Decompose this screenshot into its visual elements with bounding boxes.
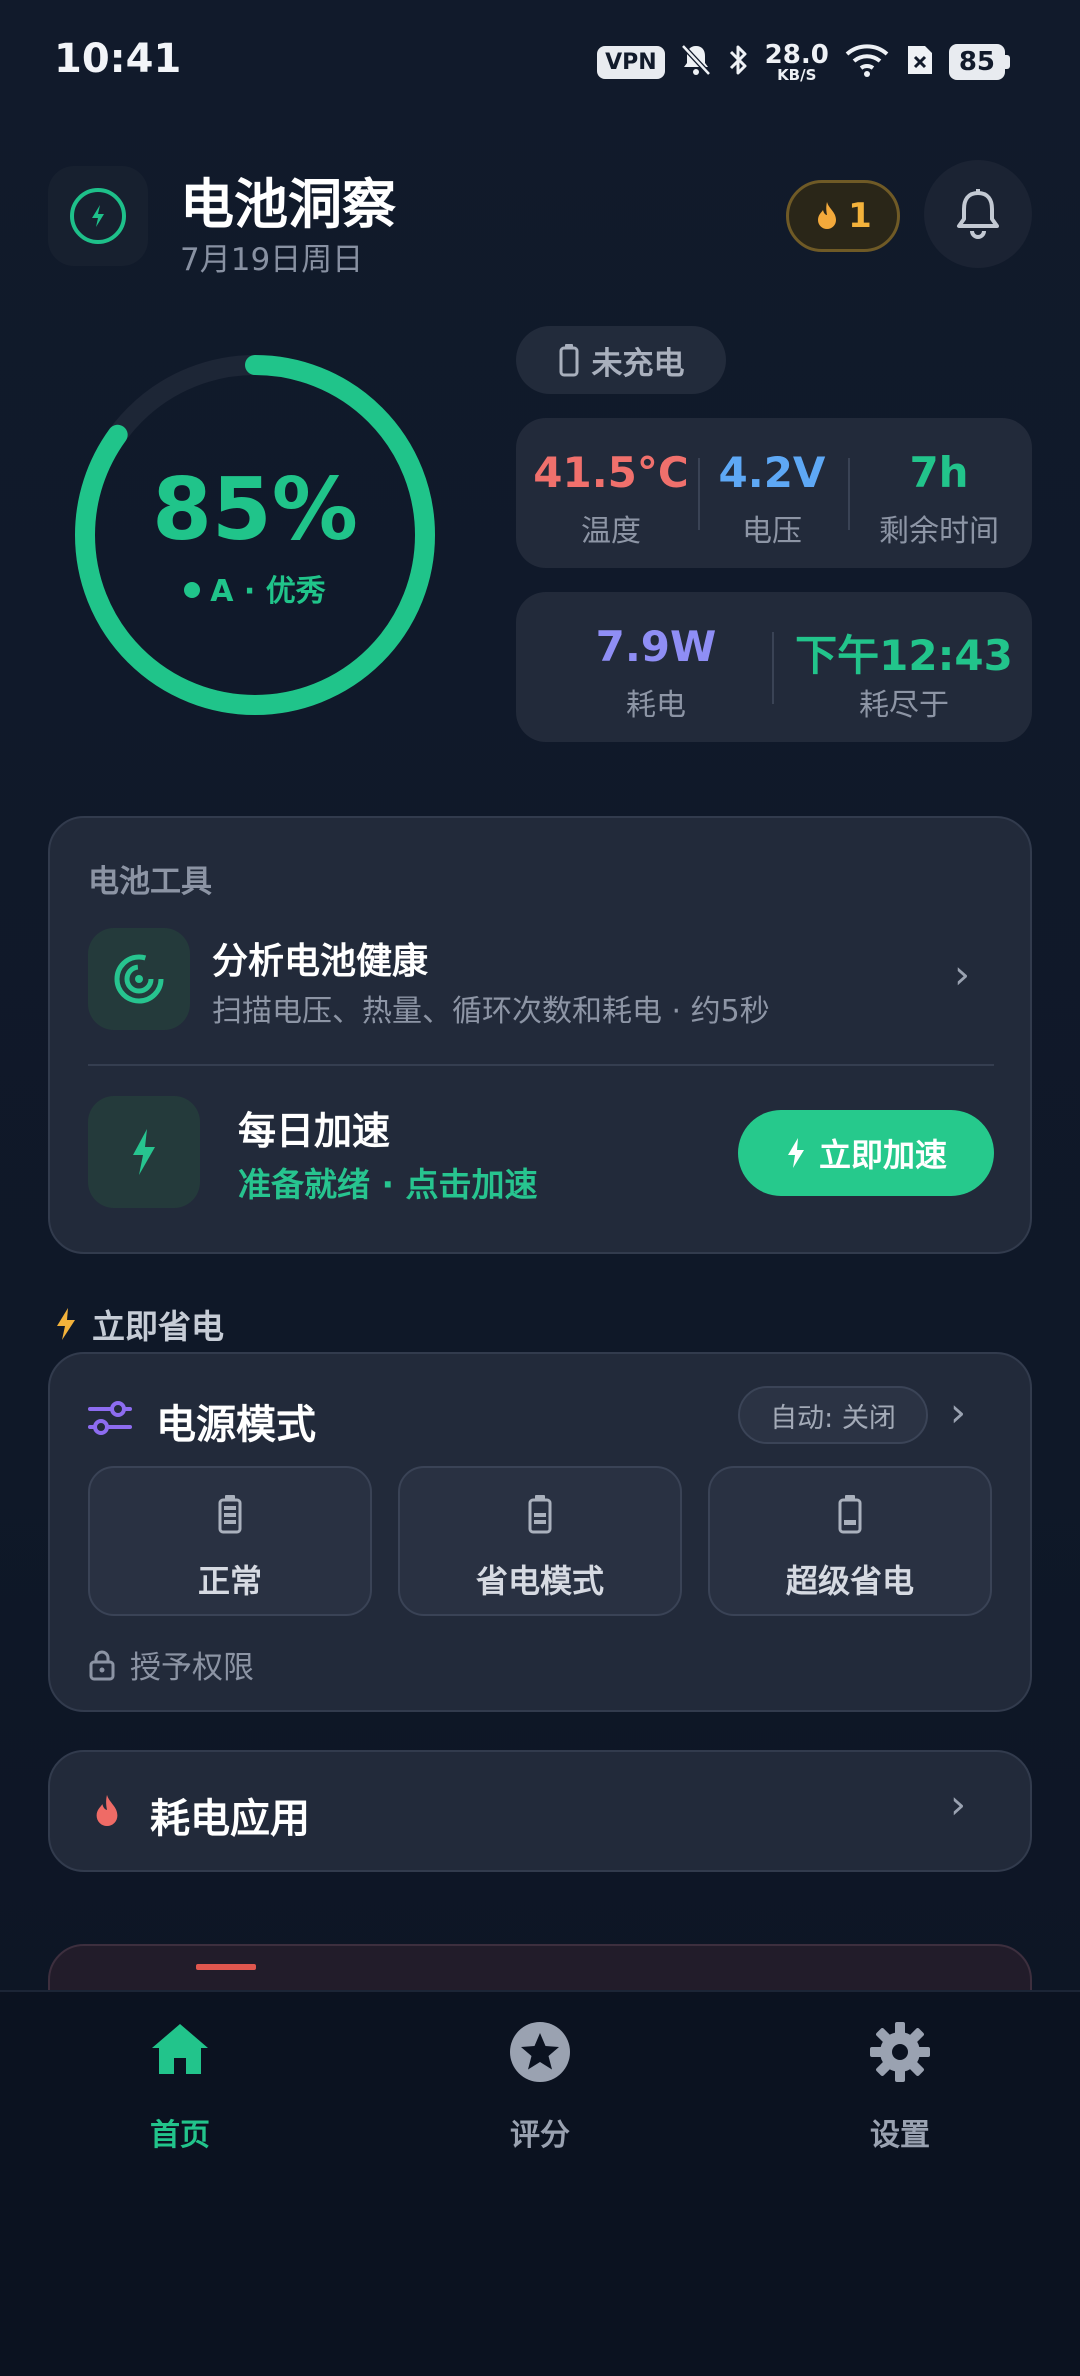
auto-mode-pill[interactable]: 自动: 关闭 — [738, 1386, 928, 1444]
chevron-right-icon: › — [950, 1782, 966, 1828]
stat-temperature: 41.5°C 温度 — [533, 448, 689, 549]
flame-icon — [818, 202, 837, 229]
stat-voltage: 4.2V 电压 — [718, 448, 826, 549]
stat-power-draw: 7.9W 耗电 — [595, 622, 717, 723]
nav-settings[interactable]: 设置 — [800, 2020, 1000, 2160]
stats-card-primary: 41.5°C 温度 4.2V 电压 7h 剩余时间 — [516, 418, 1032, 568]
power-mode-title: 电源模式 — [156, 1402, 316, 1448]
battery-percent: 85% — [152, 460, 358, 560]
bolt-icon — [57, 1308, 75, 1340]
nav-rating[interactable]: 评分 — [440, 2020, 640, 2160]
network-speed: 28.0 KB/S — [764, 39, 829, 84]
vpn-badge: VPN — [597, 45, 665, 79]
gear-icon — [800, 2020, 1000, 2084]
battery-tools-card: 电池工具 分析电池健康 扫描电压、热量、循环次数和耗电 · 约5秒 › 每日加速… — [48, 816, 1032, 1254]
home-icon — [80, 2020, 280, 2078]
tools-divider — [88, 1064, 994, 1066]
battery-icon — [559, 344, 578, 377]
battery-indicator: 85 — [948, 44, 1010, 80]
stats-card-secondary: 7.9W 耗电 下午12:43 耗尽于 — [516, 592, 1032, 742]
lock-icon — [89, 1650, 115, 1680]
battery-gauge: 85% A · 优秀 — [70, 350, 440, 720]
chevron-right-icon: › — [954, 952, 970, 998]
bell-icon — [957, 189, 999, 239]
wifi-icon — [843, 42, 891, 82]
tools-section-label: 电池工具 — [88, 864, 212, 900]
grade-dot — [184, 581, 201, 598]
status-bar: 10:41 VPN 28.0 KB/S 85 — [0, 0, 1080, 120]
app-title: 电池洞察 — [180, 173, 396, 236]
battery-low-icon — [710, 1494, 990, 1534]
notifications-button[interactable] — [924, 160, 1032, 268]
streak-badge[interactable]: 1 — [786, 180, 900, 252]
charge-status-pill: 未充电 — [516, 326, 726, 394]
chevron-right-icon[interactable]: › — [950, 1390, 966, 1436]
boost-now-button[interactable]: 立即加速 — [738, 1110, 994, 1196]
radar-icon — [88, 928, 190, 1030]
header-date: 7月19日周日 — [180, 242, 364, 278]
app-header: 电池洞察 7月19日周日 1 — [48, 160, 1032, 280]
drain-apps-card[interactable]: 耗电应用 › — [48, 1750, 1032, 1872]
bottom-navigation: 首页 评分 设置 — [0, 1990, 1080, 2376]
charge-status: 未充电 — [591, 345, 685, 382]
sliders-icon — [88, 1401, 132, 1435]
no-sim-icon — [905, 42, 935, 82]
stat-remaining-time: 7h 剩余时间 — [879, 448, 999, 549]
bolt-icon — [88, 1096, 200, 1208]
health-grade: A · 优秀 — [70, 566, 440, 610]
save-power-heading: 立即省电 — [54, 1300, 224, 1348]
mode-normal-button[interactable]: 正常 — [88, 1466, 372, 1616]
stat-depleted-at: 下午12:43 耗尽于 — [795, 631, 1013, 723]
flame-icon — [96, 1794, 118, 1826]
battery-half-icon — [400, 1494, 680, 1534]
bolt-icon — [787, 1138, 804, 1168]
analyze-title: 分析电池健康 — [212, 941, 429, 982]
peek-card-label-fragment — [196, 1964, 256, 1970]
analyze-subtitle: 扫描电压、热量、循环次数和耗电 · 约5秒 — [212, 994, 770, 1029]
status-time: 10:41 — [54, 36, 182, 82]
grant-permission-row[interactable]: 授予权限 — [88, 1642, 254, 1687]
bluetooth-icon — [727, 42, 751, 82]
star-icon — [440, 2020, 640, 2084]
stat-divider — [772, 632, 774, 704]
status-icons: VPN 28.0 KB/S 85 — [597, 40, 1010, 84]
power-mode-card: 电源模式 自动: 关闭 › 正常 省电模式 超级省电 授予权限 — [48, 1352, 1032, 1712]
nav-home[interactable]: 首页 — [80, 2020, 280, 2160]
app-root: 10:41 VPN 28.0 KB/S 85 电池洞察 7月19日周日 1 85… — [0, 0, 1080, 2376]
mode-power-saving-button[interactable]: 省电模式 — [398, 1466, 682, 1616]
mute-bell-icon — [679, 42, 713, 82]
mode-ultra-saving-button[interactable]: 超级省电 — [708, 1466, 992, 1616]
bolt-icon — [92, 205, 104, 227]
streak-count: 1 — [848, 196, 872, 236]
drain-apps-title: 耗电应用 — [150, 1796, 310, 1842]
battery-full-icon — [90, 1494, 370, 1534]
daily-boost-title: 每日加速 — [238, 1109, 391, 1153]
daily-boost-subtitle: 准备就绪 · 点击加速 — [238, 1165, 538, 1204]
analyze-health-row[interactable]: 分析电池健康 扫描电压、热量、循环次数和耗电 · 约5秒 › — [88, 928, 994, 1034]
app-logo — [48, 166, 148, 266]
